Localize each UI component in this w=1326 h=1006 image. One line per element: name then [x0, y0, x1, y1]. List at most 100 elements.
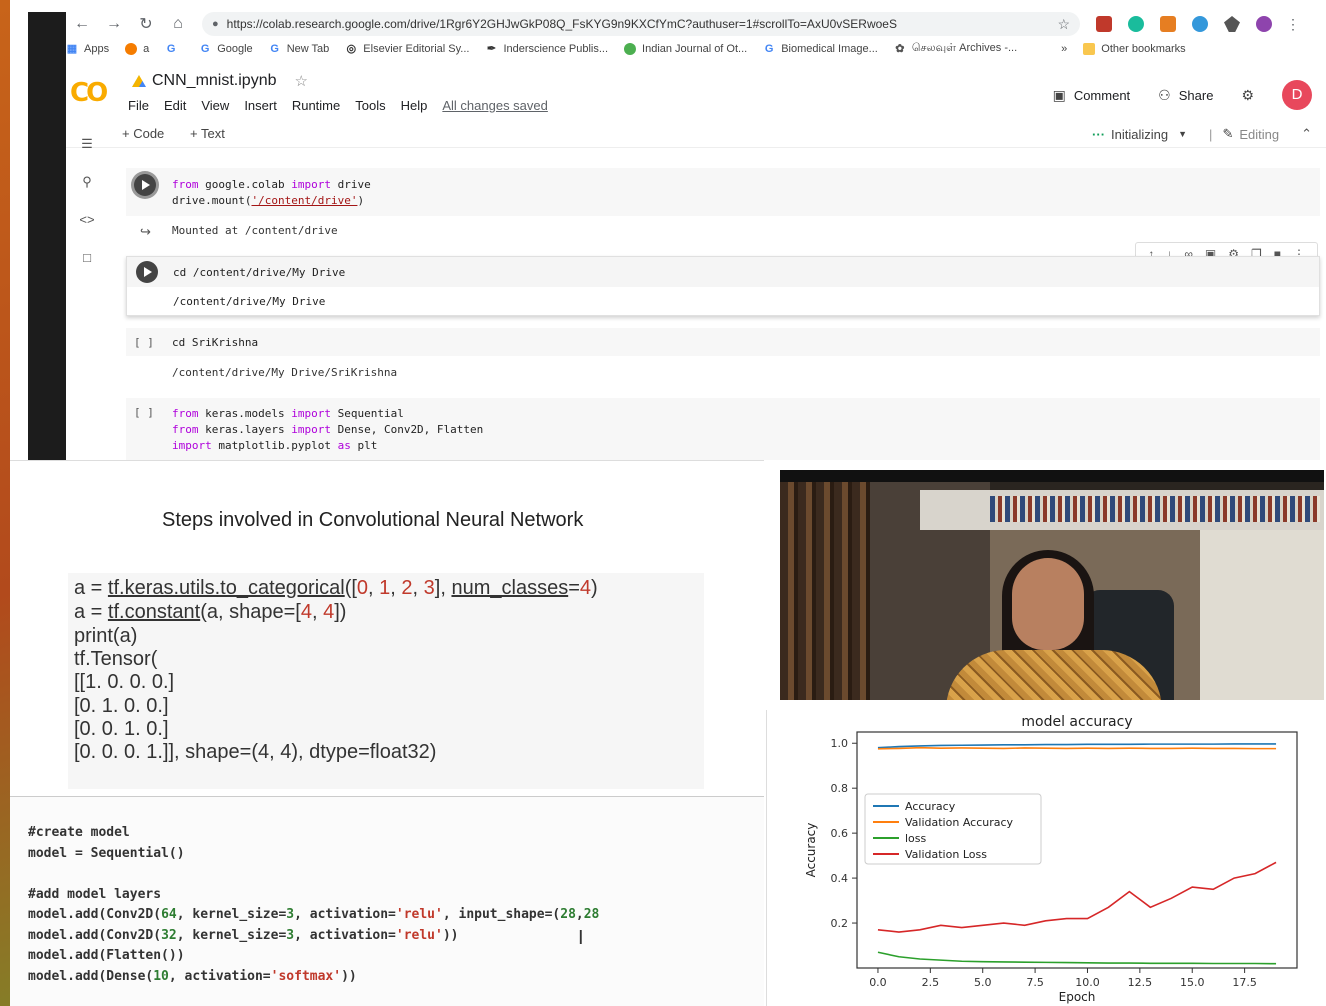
legend-label-1: Validation Accuracy — [905, 816, 1014, 829]
notebook-toolbar: + Code + Text ··· Initializing ▼ | ✎ Edi… — [66, 122, 1326, 148]
slide-code-line: [0. 1. 0. 0.] — [74, 695, 169, 717]
share-button[interactable]: ⚇ Share — [1158, 87, 1213, 104]
address-bar[interactable]: ● https://colab.research.google.com/driv… — [202, 12, 1080, 36]
code-cell-mount[interactable]: from google.colab import drive drive.mou… — [126, 168, 1320, 216]
dropdown-arrow-icon[interactable]: ▼ — [1178, 129, 1187, 139]
menu-runtime[interactable]: Runtime — [292, 98, 340, 113]
bookmark-elsevier[interactable]: ◎ Elsevier Editorial Sy... — [345, 43, 469, 55]
apps-grid-icon: ▦ — [66, 43, 78, 55]
save-status[interactable]: All changes saved — [442, 98, 548, 113]
bookmark-star-icon[interactable]: ☆ — [1057, 16, 1070, 33]
cell-run-bracket[interactable]: [ ] — [134, 406, 154, 419]
menu-insert[interactable]: Insert — [244, 98, 277, 113]
address-row: ← → ↻ ⌂ ● https://colab.research.google.… — [66, 12, 1326, 36]
forward-icon[interactable]: → — [98, 15, 130, 33]
search-extension-icon[interactable] — [1192, 16, 1208, 32]
gear-icon: ⚙ — [1241, 86, 1254, 103]
folder-icon — [1083, 43, 1096, 55]
comment-icon: ▣ — [1052, 86, 1066, 103]
left-dark-bar — [28, 12, 66, 460]
google-g-icon: G — [764, 43, 774, 55]
files-folder-icon[interactable]: □ — [78, 250, 96, 265]
colab-logo[interactable]: CO — [70, 78, 108, 108]
toc-icon[interactable]: ☰ — [78, 136, 96, 152]
run-cell-icon[interactable] — [136, 261, 158, 283]
search-icon[interactable]: ⚲ — [78, 174, 96, 190]
bookmark-g[interactable]: G — [165, 43, 183, 55]
runtime-tools: ··· Initializing ▼ | ✎ Editing ⌃ — [1092, 126, 1312, 142]
bookmark-inderscience[interactable]: ✒ Inderscience Publis... — [485, 43, 608, 55]
bookmark-apps[interactable]: ▦ Apps — [66, 43, 109, 55]
menu-edit[interactable]: Edit — [164, 98, 186, 113]
code-cell-cd[interactable]: cd SriKrishna — [126, 328, 1320, 356]
url-text: https://colab.research.google.com/drive/… — [226, 17, 897, 31]
y-axis-label: Accuracy — [804, 823, 818, 878]
globe-icon: ◎ — [346, 43, 357, 55]
notebook-title[interactable]: CNN_mnist.ipynb ☆ — [132, 72, 308, 90]
home-icon[interactable]: ⌂ — [162, 15, 194, 33]
bookmark-indian-journal[interactable]: Indian Journal of Ot... — [624, 43, 747, 55]
bookmark-archives[interactable]: ✿ செலவுள் Archives -... — [894, 42, 1017, 56]
screen-frame: ← → ↻ ⌂ ● https://colab.research.google.… — [10, 0, 1326, 1006]
header-actions: ▣ Comment ⚇ Share ⚙ D — [1025, 80, 1312, 110]
code-comment: #create model — [28, 825, 130, 840]
comment-button[interactable]: ▣ Comment — [1053, 87, 1131, 104]
profile-icon[interactable] — [1256, 16, 1272, 32]
google-g-icon: G — [166, 43, 176, 55]
drive-icon — [132, 75, 146, 87]
more-bookmarks[interactable]: » — [1061, 43, 1067, 55]
menu-file[interactable]: File — [128, 98, 149, 113]
cell-code-line: cd SriKrishna — [172, 336, 259, 349]
presenter-body — [946, 650, 1162, 700]
y-tick-label: 1.0 — [831, 737, 849, 750]
more-vert-icon[interactable]: ⋮ — [1286, 16, 1300, 33]
bookmark-google[interactable]: G Google — [199, 43, 253, 55]
legend-label-2: loss — [905, 832, 927, 845]
loading-dots-icon: ··· — [1092, 126, 1106, 142]
google-g-icon: G — [270, 43, 279, 55]
pdf-extension-icon[interactable] — [1096, 16, 1112, 32]
legend-label-0: Accuracy — [905, 800, 956, 813]
legend-label-3: Validation Loss — [905, 848, 987, 861]
google-g-icon: G — [200, 43, 210, 55]
star-icon[interactable]: ☆ — [294, 72, 307, 90]
grammarly-extension-icon[interactable] — [1128, 16, 1144, 32]
extensions-puzzle-icon[interactable] — [1224, 16, 1240, 32]
runtime-status[interactable]: Initializing — [1111, 127, 1168, 142]
code-line: model = Sequential() — [28, 846, 185, 861]
bookmark-biomedical[interactable]: G Biomedical Image... — [763, 43, 878, 55]
menu-bar: File Edit View Insert Runtime Tools Help… — [128, 98, 563, 113]
collapse-chevron-icon[interactable]: ⌃ — [1301, 126, 1312, 142]
run-spinner-icon[interactable] — [134, 174, 156, 196]
menu-help[interactable]: Help — [401, 98, 428, 113]
avatar[interactable]: D — [1282, 80, 1312, 110]
x-tick-label: 7.5 — [1026, 976, 1044, 989]
bookmark-other[interactable]: Other bookmarks — [1083, 43, 1186, 55]
lock-icon: ● — [212, 18, 219, 30]
menu-tools[interactable]: Tools — [355, 98, 385, 113]
add-text-button[interactable]: + Text — [190, 126, 225, 141]
bookmark-newtab[interactable]: G New Tab — [269, 43, 329, 55]
slide-code-block: a = tf.keras.utils.to_categorical([0, 1,… — [68, 573, 704, 789]
sc-extension-icon[interactable] — [1160, 16, 1176, 32]
cell-run-bracket[interactable]: [ ] — [134, 336, 154, 349]
code-snippets-icon[interactable]: <> — [78, 212, 96, 227]
video-title-bar — [780, 470, 1324, 482]
menu-view[interactable]: View — [201, 98, 229, 113]
editing-mode[interactable]: Editing — [1239, 127, 1279, 142]
y-tick-label: 0.4 — [831, 872, 849, 885]
add-code-button[interactable]: + Code — [122, 126, 164, 141]
bookmark-a[interactable]: a — [125, 43, 149, 55]
reload-icon[interactable]: ↻ — [130, 14, 162, 34]
model-code-panel: #create model model = Sequential() #add … — [10, 796, 764, 1006]
settings-button[interactable]: ⚙ — [1241, 87, 1262, 104]
back-icon[interactable]: ← — [66, 15, 98, 33]
pen-icon: ✒ — [486, 43, 497, 55]
x-axis-label: Epoch — [1059, 990, 1096, 1004]
code-cell-imports[interactable]: from keras.models import Sequential from… — [126, 398, 1320, 460]
cell-output: Mounted at /content/drive — [172, 224, 338, 237]
wooden-screen — [780, 482, 870, 700]
slide-code-line: [[1. 0. 0. 0.] — [74, 671, 175, 693]
code-cell-active[interactable]: cd /content/drive/My Drive /content/driv… — [126, 256, 1320, 316]
code-line: model.add(Conv2D(64, kernel_size=3, acti… — [28, 907, 600, 922]
